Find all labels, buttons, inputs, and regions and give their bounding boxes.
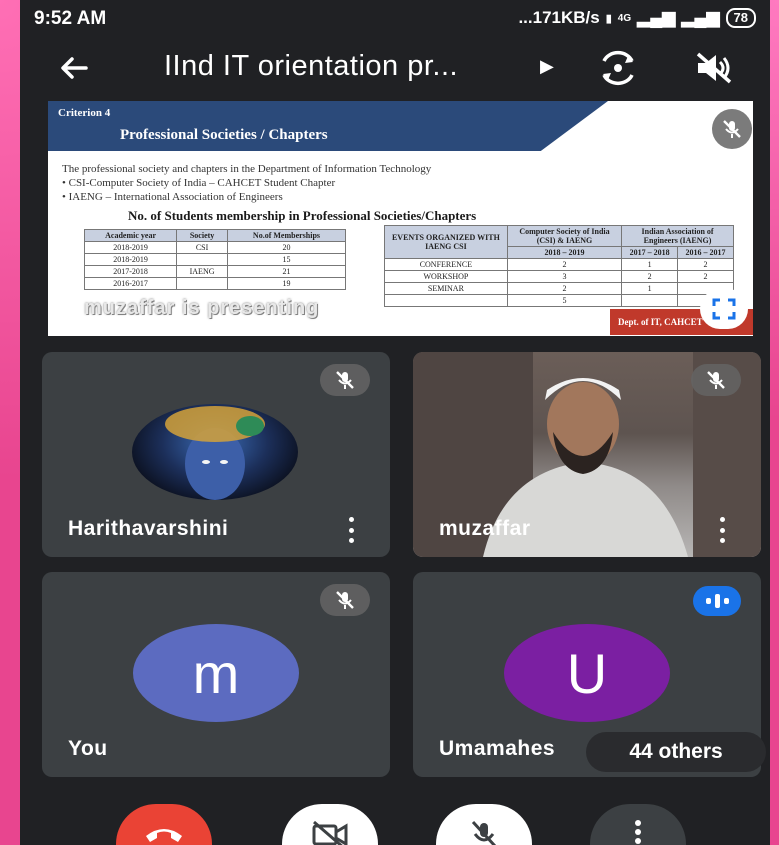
participant-name: Umamahes xyxy=(439,737,556,760)
table-row: WORKSHOP 3 2 2 xyxy=(384,270,734,283)
slide-bullet-1: • CSI-Computer Society of India – CAHCET… xyxy=(62,177,336,189)
table-row: 5 xyxy=(384,294,734,307)
more-options-icon[interactable] xyxy=(344,517,358,543)
table-row: SEMINAR 2 1 xyxy=(384,282,734,295)
avatar: m xyxy=(133,624,299,722)
table-cell: 20 xyxy=(226,241,347,254)
table-cell xyxy=(176,277,228,290)
avatar xyxy=(132,404,298,500)
meeting-title[interactable]: IInd IT orientation pr... xyxy=(164,50,458,83)
speaking-indicator-icon xyxy=(693,586,741,616)
table-header: Academic year xyxy=(83,229,178,242)
slide-heading: Professional Societies / Chapters xyxy=(120,127,328,143)
table-row: CONFERENCE 2 1 2 xyxy=(384,258,734,271)
more-options-button[interactable] xyxy=(590,804,686,845)
caret-right-icon[interactable]: ▶ xyxy=(540,56,554,77)
table-cell: 2 xyxy=(677,270,734,283)
table-cell: 2 xyxy=(506,282,623,295)
table-row: 2018-2019 CSI 20 xyxy=(83,241,347,254)
status-indicators: ...171KB/s ▮ 4G ▂▄▆ ▂▄▆ 78 xyxy=(518,8,756,28)
slide-criterion: Criterion 4 xyxy=(58,107,111,119)
fullscreen-icon[interactable] xyxy=(700,289,748,329)
table-cell: CSI xyxy=(176,241,228,254)
table-cell xyxy=(621,294,679,307)
table-row: Academic year Society No.of Memberships xyxy=(83,229,347,242)
table-cell: 5 xyxy=(506,294,623,307)
signal-icon: ▮ xyxy=(605,12,612,25)
table-cell: 21 xyxy=(226,265,347,278)
table-cell: 2 xyxy=(621,270,679,283)
back-arrow-icon[interactable] xyxy=(54,48,94,88)
more-vertical-icon xyxy=(635,820,641,844)
table-header: Society xyxy=(176,229,228,242)
table-row: 2016-2017 19 xyxy=(83,277,347,290)
mic-off-icon xyxy=(471,820,497,845)
table-cell: IAENG xyxy=(176,265,228,278)
presenting-label: muzaffar is presenting xyxy=(84,297,320,319)
table-cell: 2017-2018 xyxy=(83,265,178,278)
meet-screen: 9:52 AM ...171KB/s ▮ 4G ▂▄▆ ▂▄▆ 78 IInd … xyxy=(20,0,770,845)
avatar: U xyxy=(504,624,670,722)
participant-name: You xyxy=(68,737,108,760)
presentation-view[interactable]: Criterion 4 Professional Societies / Cha… xyxy=(48,101,753,336)
table-cell: 2018-2019 xyxy=(83,253,178,266)
mic-off-icon xyxy=(691,364,741,396)
participant-name: muzaffar xyxy=(439,517,531,540)
table-header: Computer Society of India (CSI) & IAENG xyxy=(506,225,623,247)
end-call-button[interactable] xyxy=(116,804,212,845)
more-options-icon[interactable] xyxy=(715,517,729,543)
participant-tile-you[interactable]: m You xyxy=(42,572,390,777)
table-cell xyxy=(176,253,228,266)
table-cell: 1 xyxy=(621,282,679,295)
table-cell: 2018-2019 xyxy=(83,241,178,254)
status-bar: 9:52 AM ...171KB/s ▮ 4G ▂▄▆ ▂▄▆ 78 xyxy=(20,0,770,38)
network-speed: ...171KB/s xyxy=(518,8,600,27)
camera-off-icon xyxy=(312,820,348,845)
meeting-header: IInd IT orientation pr... ▶ xyxy=(20,38,770,96)
table-cell: 2 xyxy=(506,258,623,271)
participant-tile-harithavarshini[interactable]: Harithavarshini xyxy=(42,352,390,557)
slide-intro: The professional society and chapters in… xyxy=(62,163,432,175)
table-header: Indian Association of Engineers (IAENG) xyxy=(621,225,734,247)
participant-name: Harithavarshini xyxy=(68,517,229,540)
table-cell: 1 xyxy=(621,258,679,271)
table-cell: 2 xyxy=(677,258,734,271)
table-header: 2016 – 2017 xyxy=(677,246,734,259)
table-row: EVENTS ORGANIZED WITH IAENG CSI Computer… xyxy=(384,225,734,259)
battery-icon: 78 xyxy=(725,8,756,28)
mic-off-icon xyxy=(320,364,370,396)
mic-off-icon xyxy=(320,584,370,616)
slide-bullet-2: • IAENG – International Association of E… xyxy=(62,191,283,203)
table-cell: 19 xyxy=(226,277,347,290)
events-table: EVENTS ORGANIZED WITH IAENG CSI Computer… xyxy=(384,225,734,307)
table-header: 2018 – 2019 xyxy=(506,246,623,259)
participant-tile-muzaffar[interactable]: muzaffar xyxy=(413,352,761,557)
table-header: EVENTS ORGANIZED WITH IAENG CSI xyxy=(384,225,508,259)
membership-table: Academic year Society No.of Memberships … xyxy=(83,229,347,290)
table-row: 2018-2019 15 xyxy=(83,253,347,266)
table-header: 2017 – 2018 xyxy=(621,246,679,259)
speaker-off-icon[interactable] xyxy=(692,48,736,88)
table-cell xyxy=(384,294,508,307)
table-row: 2017-2018 IAENG 21 xyxy=(83,265,347,278)
table-header: No.of Memberships xyxy=(226,229,347,242)
table-cell: SEMINAR xyxy=(384,282,508,295)
table-cell: 2016-2017 xyxy=(83,277,178,290)
network-type: 4G xyxy=(617,12,632,24)
mic-toggle-button[interactable] xyxy=(436,804,532,845)
table-cell: WORKSHOP xyxy=(384,270,508,283)
others-count-button[interactable]: 44 others xyxy=(586,732,766,772)
signal-bars-icon: ▂▄▆ xyxy=(637,8,676,27)
camera-toggle-button[interactable] xyxy=(282,804,378,845)
table-cell: CONFERENCE xyxy=(384,258,508,271)
hang-up-icon xyxy=(146,829,182,842)
signal-bars-icon-2: ▂▄▆ xyxy=(681,8,720,27)
table-cell: 3 xyxy=(506,270,623,283)
mic-off-icon xyxy=(712,109,752,149)
status-time: 9:52 AM xyxy=(34,8,107,29)
switch-camera-icon[interactable] xyxy=(596,48,640,88)
table-cell: 15 xyxy=(226,253,347,266)
slide-subtitle: No. of Students membership in Profession… xyxy=(128,208,477,223)
